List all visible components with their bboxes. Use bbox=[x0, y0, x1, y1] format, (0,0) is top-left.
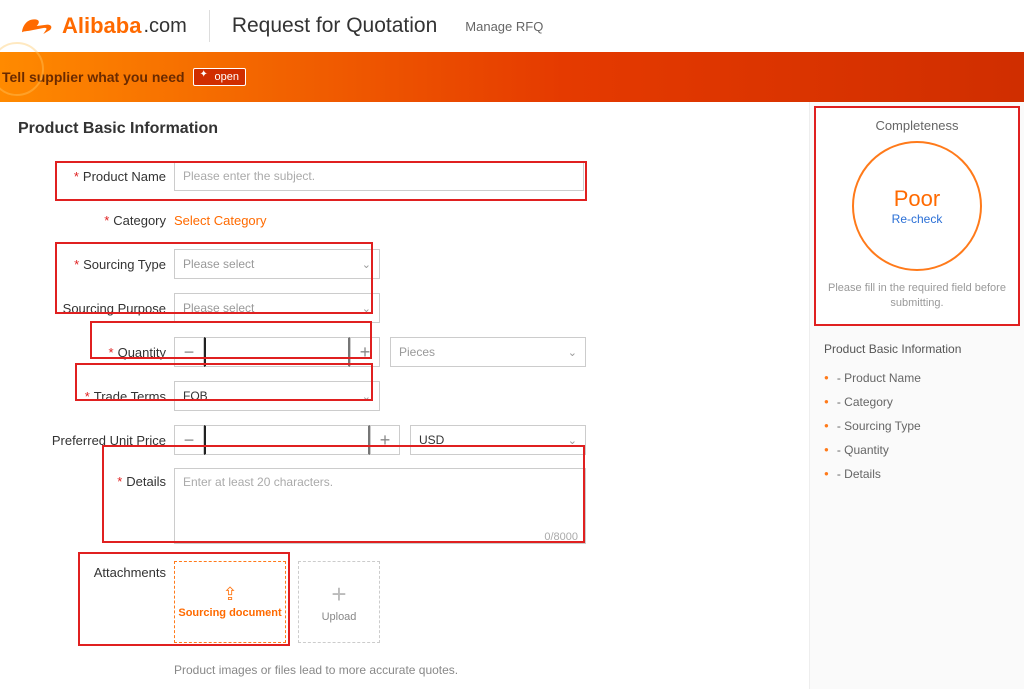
chevron-down-icon: ⌄ bbox=[362, 390, 371, 403]
row-unit-price: Preferred Unit Price − + USD⌄ bbox=[18, 424, 809, 456]
chevron-down-icon: ⌄ bbox=[362, 258, 371, 271]
sourcing-type-select[interactable]: Please select⌄ bbox=[174, 249, 380, 279]
row-sourcing-purpose: Sourcing Purpose Please select⌄ bbox=[18, 292, 809, 324]
label-category: Category bbox=[113, 213, 166, 228]
trade-terms-select[interactable]: FOB⌄ bbox=[174, 381, 380, 411]
required-list: - Product Name - Category - Sourcing Typ… bbox=[824, 366, 1010, 486]
banner: Tell supplier what you need open bbox=[0, 52, 1024, 102]
row-details: *Details 0/8000 bbox=[18, 468, 809, 549]
sourcing-document-button[interactable]: ⇪ Sourcing document bbox=[174, 561, 286, 643]
label-details: Details bbox=[126, 474, 166, 489]
chevron-down-icon: ⌄ bbox=[568, 434, 577, 447]
quantity-minus-button[interactable]: − bbox=[174, 337, 204, 367]
chevron-down-icon: ⌄ bbox=[568, 346, 577, 359]
price-minus-button[interactable]: − bbox=[174, 425, 204, 455]
sidebar: Completeness Poor Re-check Please fill i… bbox=[809, 102, 1024, 689]
completeness-hint: Please fill in the required field before… bbox=[824, 281, 1010, 312]
completeness-ring: Poor Re-check bbox=[852, 141, 982, 271]
sourcing-purpose-select[interactable]: Please select⌄ bbox=[174, 293, 380, 323]
completeness-status: Poor bbox=[894, 186, 940, 212]
label-sourcing-type: Sourcing Type bbox=[83, 257, 166, 272]
sidebar-section-title: Product Basic Information bbox=[824, 342, 1010, 356]
logo-text: Alibaba bbox=[62, 13, 141, 39]
list-item[interactable]: - Product Name bbox=[824, 366, 1010, 390]
divider bbox=[209, 10, 210, 42]
row-sourcing-type: *Sourcing Type Please select⌄ bbox=[18, 248, 809, 280]
sidebar-required-section: Product Basic Information - Product Name… bbox=[810, 330, 1024, 498]
row-attachments: Attachments ⇪ Sourcing document + Upload… bbox=[18, 561, 809, 677]
quantity-input[interactable] bbox=[204, 337, 350, 367]
quantity-unit-select[interactable]: Pieces⌄ bbox=[390, 337, 586, 367]
char-counter: 0/8000 bbox=[544, 531, 578, 543]
row-quantity: *Quantity − + Pieces⌄ bbox=[18, 336, 809, 368]
recheck-link[interactable]: Re-check bbox=[892, 212, 943, 226]
manage-rfq-link[interactable]: Manage RFQ bbox=[465, 19, 543, 34]
attachments-hint: Product images or files lead to more acc… bbox=[174, 663, 458, 677]
chevron-down-icon: ⌄ bbox=[362, 302, 371, 315]
banner-prompt: Tell supplier what you need bbox=[2, 69, 185, 85]
label-product-name: Product Name bbox=[83, 169, 166, 184]
header: Alibaba.com Request for Quotation Manage… bbox=[0, 0, 1024, 52]
alibaba-logo[interactable]: Alibaba.com bbox=[18, 13, 187, 39]
completeness-card: Completeness Poor Re-check Please fill i… bbox=[814, 106, 1020, 326]
quantity-stepper: − + bbox=[174, 337, 380, 367]
row-trade-terms: *Trade Terms FOB⌄ bbox=[18, 380, 809, 412]
list-item[interactable]: - Sourcing Type bbox=[824, 414, 1010, 438]
upload-icon: ⇪ bbox=[222, 584, 237, 605]
row-category: *Category Select Category bbox=[18, 204, 809, 236]
label-trade-terms: Trade Terms bbox=[94, 389, 166, 404]
upload-button[interactable]: + Upload bbox=[298, 561, 380, 643]
price-input[interactable] bbox=[204, 425, 370, 455]
details-textarea[interactable] bbox=[174, 468, 586, 544]
select-category-link[interactable]: Select Category bbox=[174, 213, 267, 228]
list-item[interactable]: - Details bbox=[824, 462, 1010, 486]
logo-suffix: .com bbox=[143, 15, 186, 38]
label-sourcing-purpose: Sourcing Purpose bbox=[63, 301, 166, 316]
label-quantity: Quantity bbox=[118, 345, 166, 360]
alibaba-logo-icon bbox=[18, 14, 58, 38]
quantity-plus-button[interactable]: + bbox=[350, 337, 380, 367]
completeness-title: Completeness bbox=[824, 118, 1010, 133]
product-name-input[interactable] bbox=[174, 161, 584, 191]
section-title: Product Basic Information bbox=[18, 120, 809, 138]
page-title: Request for Quotation bbox=[232, 14, 437, 38]
badge-icon bbox=[200, 71, 212, 83]
label-attachments: Attachments bbox=[94, 565, 166, 580]
row-product-name: *Product Name bbox=[18, 160, 809, 192]
list-item[interactable]: - Quantity bbox=[824, 438, 1010, 462]
open-badge[interactable]: open bbox=[193, 68, 246, 86]
currency-select[interactable]: USD⌄ bbox=[410, 425, 586, 455]
main-form: Product Basic Information *Product Name … bbox=[0, 102, 809, 689]
unit-price-stepper: − + bbox=[174, 425, 400, 455]
label-unit-price: Preferred Unit Price bbox=[52, 433, 166, 448]
price-plus-button[interactable]: + bbox=[370, 425, 400, 455]
plus-icon: + bbox=[331, 581, 346, 607]
list-item[interactable]: - Category bbox=[824, 390, 1010, 414]
